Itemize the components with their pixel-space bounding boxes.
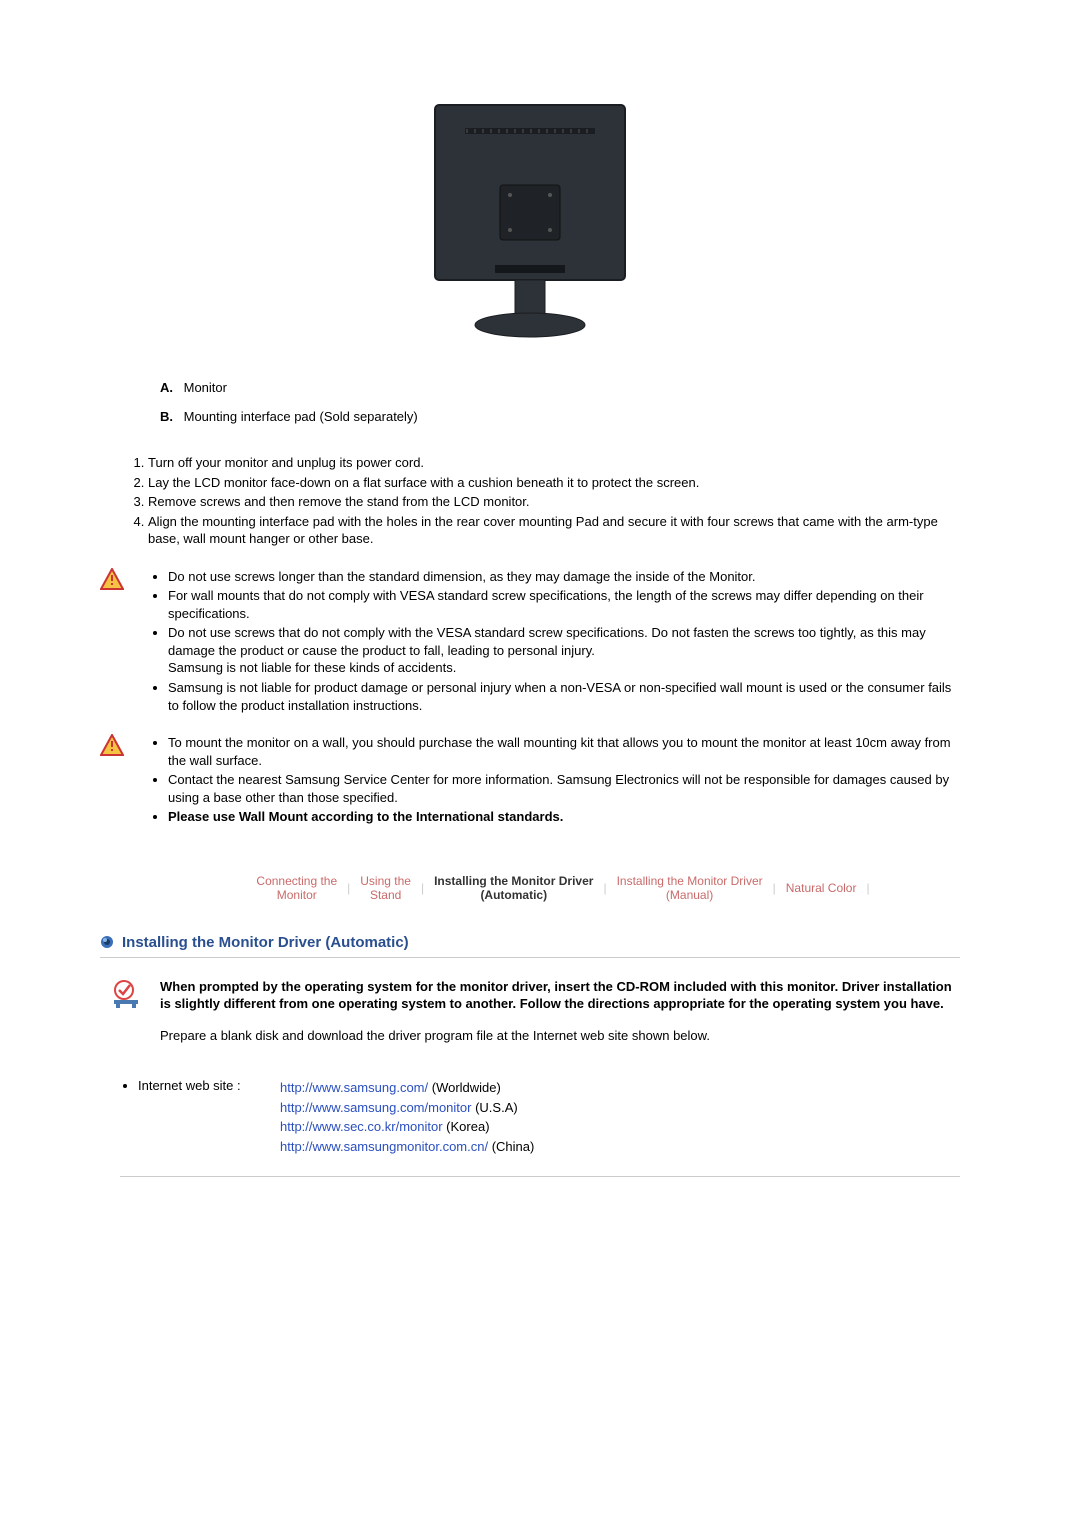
tab-using-stand[interactable]: Using the Stand xyxy=(352,874,419,903)
warning-icon xyxy=(100,568,124,590)
tab-sep: | xyxy=(601,881,608,895)
link-worldwide[interactable]: http://www.samsung.com/ xyxy=(280,1080,428,1095)
tab-sep: | xyxy=(345,881,352,895)
tab-sep: | xyxy=(864,881,871,895)
warning-block-2: To mount the monitor on a wall, you shou… xyxy=(100,734,960,828)
link-china[interactable]: http://www.samsungmonitor.com.cn/ xyxy=(280,1139,488,1154)
tab-label: Natural Color xyxy=(786,881,857,895)
section-title-row: Installing the Monitor Driver (Automatic… xyxy=(100,934,960,958)
tab-install-driver-auto[interactable]: Installing the Monitor Driver (Automatic… xyxy=(426,874,601,903)
step-4: Align the mounting interface pad with th… xyxy=(148,513,960,548)
tab-install-driver-manual[interactable]: Installing the Monitor Driver (Manual) xyxy=(609,874,771,903)
tab-label: Installing the Monitor Driver xyxy=(617,874,763,888)
web-links-row: Internet web site : http://www.samsung.c… xyxy=(120,1078,960,1177)
tab-sep: | xyxy=(419,881,426,895)
warning-block-1: Do not use screws longer than the standa… xyxy=(100,568,960,716)
monitor-rear-image xyxy=(100,100,960,340)
tab-connecting-monitor[interactable]: Connecting the Monitor xyxy=(248,874,345,903)
tab-label: Connecting the xyxy=(256,874,337,888)
part-a-text: Monitor xyxy=(184,380,227,395)
warn1-item-1: Do not use screws longer than the standa… xyxy=(168,568,960,586)
warn2-item-bold: Please use Wall Mount according to the I… xyxy=(168,808,960,826)
parts-list: A. Monitor B. Mounting interface pad (So… xyxy=(160,380,960,424)
step-3: Remove screws and then remove the stand … xyxy=(148,493,960,511)
web-links-list: http://www.samsung.com/ (Worldwide) http… xyxy=(280,1078,960,1156)
driver-info-block: When prompted by the operating system fo… xyxy=(100,978,960,1059)
warn1-item-2: For wall mounts that do not comply with … xyxy=(168,587,960,622)
instruction-steps: Turn off your monitor and unplug its pow… xyxy=(130,454,960,548)
link-china-suffix: (China) xyxy=(488,1139,534,1154)
document-page: A. Monitor B. Mounting interface pad (So… xyxy=(0,0,1080,1528)
step-1: Turn off your monitor and unplug its pow… xyxy=(148,454,960,472)
warn1-item-3: Do not use screws that do not comply wit… xyxy=(168,624,960,677)
monitor-rear-svg xyxy=(425,100,635,340)
step-2: Lay the LCD monitor face-down on a flat … xyxy=(148,474,960,492)
warn2-item-2: Contact the nearest Samsung Service Cent… xyxy=(168,771,960,806)
link-korea-suffix: (Korea) xyxy=(443,1119,490,1134)
warning-icon xyxy=(100,734,124,756)
part-b-text: Mounting interface pad (Sold separately) xyxy=(184,409,418,424)
part-b-letter: B. xyxy=(160,409,180,424)
warn2-item-1: To mount the monitor on a wall, you shou… xyxy=(168,734,960,769)
tab-label: (Automatic) xyxy=(480,888,547,902)
warn1-item-4: Samsung is not liable for product damage… xyxy=(168,679,960,714)
warn2-bold-text: Please use Wall Mount according to the I… xyxy=(168,809,563,824)
driver-info-prepare: Prepare a blank disk and download the dr… xyxy=(160,1027,960,1045)
link-worldwide-suffix: (Worldwide) xyxy=(428,1080,501,1095)
section-tab-nav: Connecting the Monitor | Using the Stand… xyxy=(160,868,960,909)
tab-label: (Manual) xyxy=(666,888,713,902)
tab-label: Stand xyxy=(370,888,401,902)
tab-natural-color[interactable]: Natural Color xyxy=(778,881,865,895)
tab-sep: | xyxy=(771,881,778,895)
tab-label: Monitor xyxy=(277,888,317,902)
tollbooth-check-icon xyxy=(110,978,142,1010)
web-label: Internet web site : xyxy=(138,1078,280,1093)
link-usa[interactable]: http://www.samsung.com/monitor xyxy=(280,1100,471,1115)
tab-label: Using the xyxy=(360,874,411,888)
section-title: Installing the Monitor Driver (Automatic… xyxy=(122,934,409,951)
link-korea[interactable]: http://www.sec.co.kr/monitor xyxy=(280,1119,443,1134)
tab-label: Installing the Monitor Driver xyxy=(434,874,593,888)
part-a-letter: A. xyxy=(160,380,180,395)
section-bullet-icon xyxy=(100,935,114,949)
driver-info-bold: When prompted by the operating system fo… xyxy=(160,978,960,1013)
link-usa-suffix: (U.S.A) xyxy=(471,1100,517,1115)
